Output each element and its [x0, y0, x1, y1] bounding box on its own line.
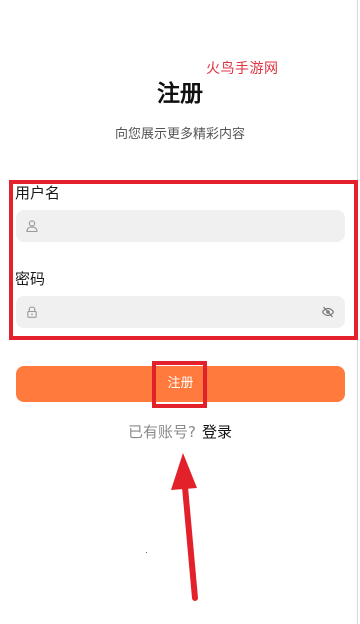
login-link[interactable]: 登录	[202, 423, 232, 441]
login-prompt-row: 已有账号? 登录	[0, 421, 360, 442]
annotation-box-register-button	[152, 361, 207, 408]
page-subtitle: 向您展示更多精彩内容	[114, 127, 245, 142]
annotation-arrow-icon	[171, 453, 198, 601]
stray-dot	[146, 552, 147, 553]
annotation-box-form	[9, 180, 358, 340]
login-prompt-text: 已有账号?	[128, 423, 196, 441]
page-title: 注册	[157, 81, 203, 107]
